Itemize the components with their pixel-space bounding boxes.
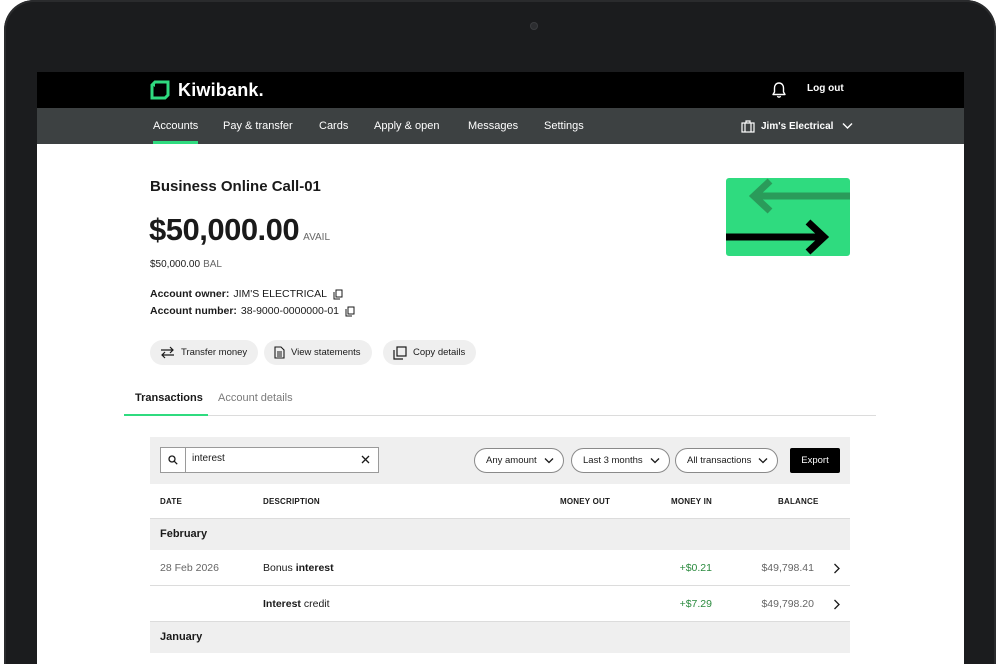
logout-link[interactable]: Log out [807, 83, 844, 94]
description-text: Bonus [263, 562, 296, 574]
type-filter-dropdown[interactable]: All transactions [675, 448, 779, 473]
business-switcher[interactable]: Jim's Electrical [741, 108, 853, 144]
copy-icon [393, 345, 407, 360]
column-header-money-out[interactable]: MONEY OUT [560, 497, 610, 506]
nav-accounts[interactable]: Accounts [153, 108, 199, 144]
search-icon [168, 455, 178, 465]
owner-value: JIM'S ELECTRICAL [233, 288, 327, 300]
document-icon [274, 346, 285, 359]
clear-search-icon[interactable] [361, 455, 370, 464]
type-filter-label: All transactions [687, 455, 752, 466]
account-owner: Account owner: JIM'S ELECTRICAL [150, 288, 343, 300]
row-money-in: +$7.29 [679, 598, 712, 610]
view-statements-button[interactable]: View statements [264, 340, 372, 365]
tabs-divider [124, 415, 876, 416]
owner-label: Account owner: [150, 288, 230, 300]
screen: Kiwibank. Log out Accounts Pay & transfe… [37, 72, 964, 664]
column-header-balance[interactable]: BALANCE [778, 497, 819, 506]
month-group-header: February [150, 519, 850, 550]
nav-cards[interactable]: Cards [319, 108, 348, 144]
transfer-arrows-illustration [726, 178, 850, 256]
account-number-value: 38-9000-0000000-01 [240, 305, 340, 317]
row-description: Bonus interest [263, 562, 334, 574]
row-description: Interest credit [263, 598, 330, 610]
copy-owner-icon[interactable] [333, 289, 343, 300]
chevron-down-icon [544, 458, 554, 464]
transfer-money-label: Transfer money [181, 347, 248, 358]
nav-settings[interactable]: Settings [544, 108, 584, 144]
search-button[interactable] [161, 448, 186, 472]
search-box [160, 447, 379, 473]
tab-transactions[interactable]: Transactions [135, 392, 203, 404]
chevron-right-icon[interactable] [833, 563, 840, 574]
balance-amount: $50,000.00 [150, 259, 201, 270]
logo-mark-icon [150, 80, 170, 100]
export-button[interactable]: Export [790, 448, 840, 473]
column-header-description[interactable]: DESCRIPTION [263, 497, 320, 506]
notifications-bell-icon[interactable] [771, 81, 787, 99]
top-bar: Kiwibank. Log out [37, 72, 964, 108]
account-number-label: Account number: [150, 305, 237, 317]
account-name: Business Online Call-01 [150, 178, 321, 195]
amount-filter-dropdown[interactable]: Any amount [474, 448, 564, 473]
description-highlight: interest [295, 562, 334, 574]
view-statements-label: View statements [291, 347, 361, 358]
nav-pay-transfer[interactable]: Pay & transfer [223, 108, 293, 144]
briefcase-icon [741, 119, 755, 133]
main-nav: Accounts Pay & transfer Cards Apply & op… [37, 108, 964, 144]
kiwibank-logo[interactable]: Kiwibank. [149, 79, 264, 101]
business-name: Jim's Electrical [761, 120, 834, 132]
description-text: credit [300, 598, 330, 610]
month-label: January [160, 631, 203, 643]
current-balance: $50,000.00 BAL [150, 259, 222, 270]
tab-account-details[interactable]: Account details [218, 392, 293, 404]
month-group-header: January [150, 622, 850, 653]
nav-messages[interactable]: Messages [468, 108, 518, 144]
row-balance: $49,798.20 [761, 598, 814, 610]
transfer-arrows-icon [726, 178, 850, 255]
period-filter-dropdown[interactable]: Last 3 months [571, 448, 670, 473]
row-date: 28 Feb 2026 [160, 562, 219, 574]
available-balance: $50,000.00 AVAIL [149, 212, 330, 248]
brand-name: Kiwibank. [178, 79, 264, 100]
account-number: Account number: 38-9000-0000000-01 [150, 305, 355, 317]
chevron-down-icon [758, 458, 768, 464]
month-label: February [160, 528, 208, 540]
period-filter-label: Last 3 months [583, 455, 643, 466]
chevron-down-icon [842, 123, 853, 129]
filter-bar: Any amount Last 3 months All transaction… [150, 437, 850, 484]
available-label: AVAIL [303, 232, 331, 243]
table-row[interactable]: 28 Feb 2026 Bonus interest +$0.21 $49,79… [150, 550, 850, 586]
copy-account-number-icon[interactable] [345, 306, 355, 317]
copy-details-button[interactable]: Copy details [383, 340, 477, 365]
transfer-icon [161, 346, 174, 359]
column-header-date[interactable]: DATE [160, 497, 182, 506]
nav-apply-open[interactable]: Apply & open [374, 108, 439, 144]
active-tab-indicator [124, 414, 208, 416]
search-input[interactable] [192, 453, 352, 464]
available-amount: $50,000.00 [149, 212, 300, 247]
camera-dot [530, 22, 538, 30]
transfer-money-button[interactable]: Transfer money [150, 340, 259, 365]
column-header-money-in[interactable]: MONEY IN [671, 497, 712, 506]
description-highlight: Interest [263, 598, 301, 610]
chevron-right-icon[interactable] [833, 599, 840, 610]
copy-details-label: Copy details [413, 347, 466, 358]
table-row[interactable]: Interest credit +$7.29 $49,798.20 [150, 586, 850, 622]
amount-filter-label: Any amount [486, 455, 537, 466]
row-money-in: +$0.21 [679, 562, 712, 574]
balance-label: BAL [203, 259, 222, 270]
row-balance: $49,798.41 [761, 562, 814, 574]
chevron-down-icon [650, 458, 660, 464]
